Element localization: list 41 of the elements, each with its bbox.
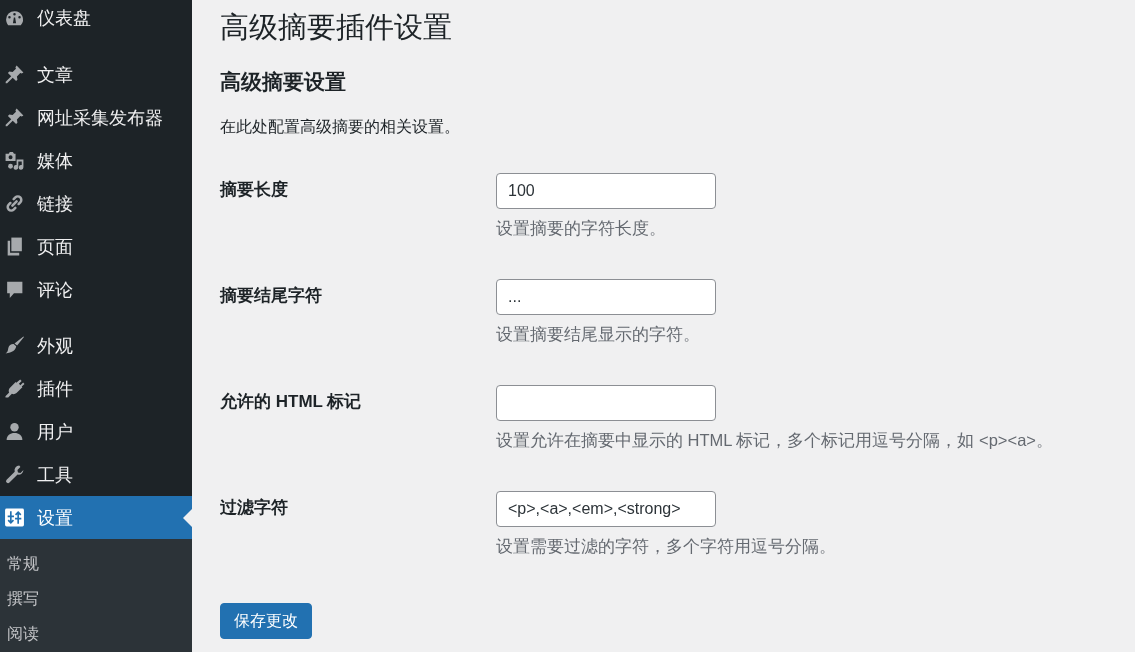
sidebar-item[interactable]: 评论 [0,268,192,311]
field-hint: 设置摘要结尾显示的字符。 [496,324,700,345]
section-title: 高级摘要设置 [220,69,346,95]
plug-icon [4,378,25,399]
field-label: 摘要结尾字符 [220,285,322,307]
wrench-icon [4,464,25,485]
field-label: 允许的 HTML 标记 [220,391,362,413]
camera-note-icon [4,150,25,171]
sidebar-item[interactable]: 插件 [0,367,192,410]
text-field[interactable]: 100 [496,173,716,209]
submenu-item[interactable]: 阅读 [0,617,39,652]
sidebar-item[interactable]: 工具 [0,453,192,496]
text-field[interactable] [496,385,716,421]
text-field[interactable]: ... [496,279,716,315]
field-label: 过滤字符 [220,497,288,519]
field-hint: 设置摘要的字符长度。 [496,218,666,239]
user-icon [4,421,25,442]
section-description: 在此处配置高级摘要的相关设置。 [220,117,460,137]
sidebar-item[interactable]: 媒体 [0,139,192,182]
submenu-item[interactable]: 撰写 [0,582,39,617]
field-label: 摘要长度 [220,179,288,201]
field-hint: 设置需要过滤的字符，多个字符用逗号分隔。 [496,536,836,557]
sidebar-item[interactable]: 文章 [0,53,192,96]
link-icon [4,193,25,214]
save-button[interactable]: 保存更改 [220,603,312,639]
sidebar-item[interactable]: 网址采集发布器 [0,96,192,139]
sidebar-item[interactable]: 仪表盘 [0,0,192,36]
field-hint: 设置允许在摘要中显示的 HTML 标记，多个标记用逗号分隔，如 <p><a>。 [496,430,1053,451]
sidebar-item[interactable]: 用户 [0,410,192,453]
sidebar-item[interactable]: 设置 [0,496,192,539]
sliders-icon [4,507,25,528]
text-field[interactable]: <p>,<a>,<em>,<strong> [496,491,716,527]
speech-bubble-icon [4,279,25,300]
sidebar-item[interactable]: 外观 [0,324,192,367]
sidebar-item[interactable]: 页面 [0,225,192,268]
brush-icon [4,335,25,356]
page-title: 高级摘要插件设置 [220,10,452,45]
sidebar-item[interactable]: 链接 [0,182,192,225]
pin-icon [4,107,25,128]
pin-icon [4,64,25,85]
submenu-item[interactable]: 常规 [0,547,39,582]
